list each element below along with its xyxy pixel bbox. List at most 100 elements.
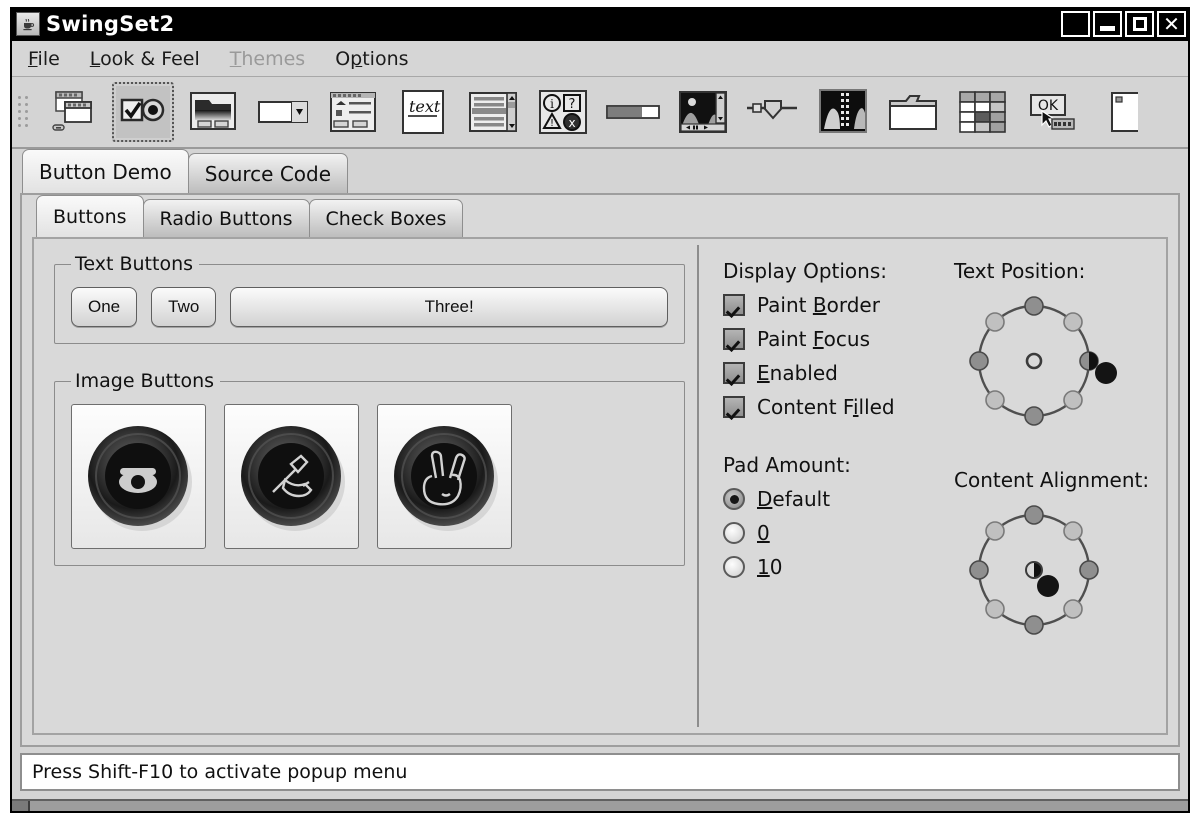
options-column: Display Options: Paint Border Paint Focu… <box>723 259 948 723</box>
menu-options[interactable]: Options <box>335 48 408 70</box>
text-buttons-legend: Text Buttons <box>75 253 194 275</box>
minimize-button[interactable] <box>1093 11 1122 37</box>
checkbox-paint-border-label: Paint Border <box>757 293 880 317</box>
text-buttons-group: Text Buttons One Two Three! <box>54 253 685 344</box>
menu-themes[interactable]: Themes <box>230 48 305 70</box>
tab-button-demo[interactable]: Button Demo <box>22 149 189 193</box>
text-editor-icon: text <box>402 90 444 134</box>
status-bar-container: Press Shift-F10 to activate popup menu <box>12 747 1188 799</box>
maximize-button[interactable] <box>1125 11 1154 37</box>
alignment-north <box>1024 505 1044 525</box>
checkbox-checked-icon[interactable] <box>723 294 745 316</box>
folder-chooser-icon <box>190 92 236 130</box>
display-options-title: Display Options: <box>723 259 887 283</box>
table-demo-button[interactable] <box>952 82 1014 142</box>
text-demo-button[interactable]: text <box>392 82 454 142</box>
telephone-icon <box>87 425 192 531</box>
phone-image-button[interactable] <box>71 404 206 549</box>
slider-knob-icon <box>747 100 797 120</box>
buttons-tab-content: Text Buttons One Two Three! Image Button… <box>32 237 1168 735</box>
list-demo-button[interactable] <box>322 82 384 142</box>
table-grid-icon <box>959 91 1006 133</box>
image-buttons-group: Image Buttons <box>54 370 685 566</box>
position-north <box>1024 296 1044 316</box>
tab-radio-buttons-label: Radio Buttons <box>159 207 293 230</box>
combo-box-demo-button[interactable] <box>252 82 314 142</box>
resize-grip[interactable] <box>12 801 30 811</box>
svg-text:!: ! <box>550 118 554 129</box>
scroll-pane-demo-button[interactable] <box>462 82 524 142</box>
button-two[interactable]: Two <box>151 287 217 327</box>
text-position-control: Text Position: <box>954 259 1156 438</box>
list-panel-icon <box>330 92 376 132</box>
menu-bar: File Look & Feel Themes Options <box>12 41 1188 77</box>
alignment-northeast <box>1063 521 1083 541</box>
filmstrip-split-icon <box>819 89 867 133</box>
radio-selected-icon[interactable] <box>723 488 745 510</box>
tab-button-demo-label: Button Demo <box>39 159 172 184</box>
option-pane-demo-button[interactable]: i ? ! x <box>532 82 594 142</box>
button-one[interactable]: One <box>71 287 138 327</box>
checkbox-checked-icon[interactable] <box>723 328 745 350</box>
internal-frame-demo-button[interactable] <box>42 82 104 142</box>
text-position-dial[interactable] <box>954 289 1129 434</box>
text-position-title: Text Position: <box>954 259 1086 283</box>
outer-tab-panel: Buttons Radio Buttons Check Boxes Text B… <box>20 193 1180 747</box>
svg-text:?: ? <box>569 97 576 112</box>
tree-icon <box>1111 92 1138 132</box>
window-title: SwingSet2 <box>46 12 175 36</box>
checkbox-checked-icon[interactable] <box>723 362 745 384</box>
checkbox-checked-icon[interactable] <box>723 396 745 418</box>
tab-buttons-label: Buttons <box>53 205 127 228</box>
tool-bar: text i ? ! x OK <box>12 77 1188 149</box>
pad-amount-title: Pad Amount: <box>723 453 851 477</box>
tab-radio-buttons[interactable]: Radio Buttons <box>142 199 310 237</box>
checkbox-paint-border[interactable]: Paint Border <box>723 293 948 317</box>
tab-source-code[interactable]: Source Code <box>187 153 349 193</box>
tab-buttons[interactable]: Buttons <box>36 195 144 237</box>
button-demo-button[interactable] <box>112 82 174 142</box>
content-alignment-dial[interactable] <box>954 498 1129 643</box>
tree-demo-button[interactable] <box>1092 82 1154 142</box>
progress-bar-demo-button[interactable] <box>602 82 664 142</box>
selected-marker <box>1095 362 1117 384</box>
window-bottom-strip <box>12 799 1188 811</box>
tool-tip-demo-button[interactable]: OK <box>1022 82 1084 142</box>
tab-check-boxes[interactable]: Check Boxes <box>308 199 464 237</box>
file-chooser-demo-button[interactable] <box>182 82 244 142</box>
left-panel: Text Buttons One Two Three! Image Button… <box>34 239 697 733</box>
option-pane-icon: i ? ! x <box>539 90 587 134</box>
write-image-button[interactable] <box>224 404 359 549</box>
radio-unselected-icon[interactable] <box>723 522 745 544</box>
menu-file[interactable]: File <box>28 48 60 70</box>
close-button[interactable]: ✕ <box>1157 11 1186 37</box>
position-west <box>969 351 989 371</box>
radio-pad-default[interactable]: Default <box>723 487 948 511</box>
radio-pad-ten-label: 10 <box>757 555 783 579</box>
svg-text:x: x <box>568 116 575 130</box>
blank-button[interactable] <box>1061 11 1090 37</box>
tabbed-pane-demo-button[interactable] <box>812 82 874 142</box>
slider-demo-button[interactable] <box>672 82 734 142</box>
window-frames-icon <box>52 91 92 131</box>
outer-tab-strip: Button Demo Source Code <box>12 149 1188 193</box>
radio-pad-zero[interactable]: 0 <box>723 521 948 545</box>
radio-unselected-icon[interactable] <box>723 556 745 578</box>
svg-text:text: text <box>409 97 441 116</box>
progress-bar-icon <box>606 105 660 119</box>
button-three[interactable]: Three! <box>230 287 668 327</box>
menu-look-and-feel[interactable]: Look & Feel <box>90 48 200 70</box>
checkbox-content-filled[interactable]: Content Filled <box>723 395 948 419</box>
toolbar-drag-handle[interactable] <box>18 92 32 132</box>
radio-pad-ten[interactable]: 10 <box>723 555 948 579</box>
peace-image-button[interactable] <box>377 404 512 549</box>
circular-controls-column: Text Position: Content Alignment: <box>948 259 1156 723</box>
split-pane-demo-button[interactable] <box>742 82 804 142</box>
checkbox-paint-focus[interactable]: Paint Focus <box>723 327 948 351</box>
checkbox-enabled[interactable]: Enabled <box>723 361 948 385</box>
folder-tab-demo-button[interactable] <box>882 82 944 142</box>
tab-check-boxes-label: Check Boxes <box>325 207 447 230</box>
java-cup-icon <box>16 12 40 36</box>
text-buttons-row: One Two Three! <box>71 287 668 327</box>
position-northeast <box>1063 312 1083 332</box>
